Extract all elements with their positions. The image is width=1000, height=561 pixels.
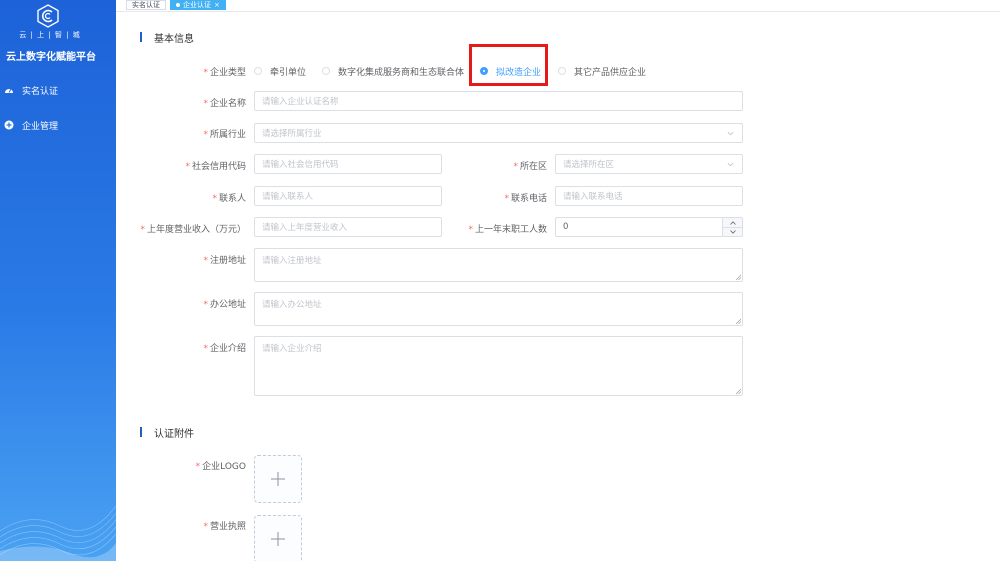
tab-realname[interactable]: 实名认证 (126, 0, 166, 10)
section-bar (140, 32, 142, 42)
tab-label: 企业认证 (183, 0, 211, 9)
company-name-label: * 企业名称 (203, 99, 246, 109)
chevron-down-icon (727, 131, 734, 136)
section-title-text: 认证附件 (154, 428, 194, 440)
industry-select[interactable]: 请选择所属行业 (254, 123, 743, 143)
increment-button[interactable] (723, 218, 742, 227)
radio-circle (322, 67, 330, 75)
radio-option-other-supplier[interactable]: 其它产品供应企业 (558, 64, 646, 78)
plus-icon (271, 532, 285, 546)
revenue-input[interactable]: 请输入上年度营业收入 (254, 217, 442, 237)
plus-circle-icon (4, 120, 14, 130)
tab-label: 实名认证 (132, 1, 160, 9)
chevron-up-icon (729, 220, 736, 225)
license-upload-label: * 营业执照 (203, 522, 246, 532)
radio-label: 数字化集成服务商和生态联合体 (338, 67, 465, 78)
district-select[interactable]: 请选择所在区 (555, 154, 743, 174)
chevron-down-icon (727, 162, 734, 167)
resize-grip-icon[interactable] (735, 388, 741, 394)
credit-code-label: * 社会信用代码 (185, 162, 246, 172)
district-label: * 所在区 (513, 162, 547, 172)
office-address-textarea[interactable]: 请输入办公地址 (254, 292, 743, 326)
section-title-text: 基本信息 (154, 33, 194, 45)
company-name-input[interactable]: 请输入企业认证名称 (254, 91, 743, 111)
intro-label: * 企业介绍 (203, 344, 246, 354)
company-type-label: * 企业类型 (203, 68, 246, 78)
radio-option-lead-unit[interactable]: 牵引单位 (254, 64, 306, 78)
credit-code-input[interactable]: 请输入社会信用代码 (254, 154, 442, 174)
office-address-label: * 办公地址 (203, 300, 246, 310)
intro-textarea[interactable]: 请输入企业介绍 (254, 336, 743, 396)
logo-icon (37, 4, 59, 28)
section-basic-info: 基本信息 (140, 31, 194, 45)
section-bar (140, 427, 142, 437)
contact-input[interactable]: 请输入联系人 (254, 186, 442, 206)
decrement-button[interactable] (723, 227, 742, 236)
employees-stepper[interactable]: 0 (555, 217, 743, 237)
logo-upload-label: * 企业LOGO (195, 462, 246, 472)
wave-decoration (0, 505, 116, 561)
section-attachments: 认证附件 (140, 426, 194, 440)
radio-circle (558, 67, 566, 75)
close-icon[interactable]: × (214, 1, 220, 10)
phone-label: * 联系电话 (504, 194, 547, 204)
radio-option-integrator[interactable]: 数字化集成服务商和生态联合体 (322, 64, 464, 78)
stepper-buttons (722, 218, 742, 236)
reg-address-textarea[interactable]: 请输入注册地址 (254, 248, 743, 282)
platform-title: 云上数字化赋能平台 (6, 52, 96, 63)
reg-address-label: * 注册地址 (203, 256, 246, 266)
active-dot-icon (176, 3, 180, 7)
tab-company-cert[interactable]: 企业认证 × (170, 0, 226, 10)
tab-bar: 实名认证 企业认证 × (116, 0, 1000, 12)
highlight-box (469, 44, 548, 86)
logo-subtitle: 云 | 上 | 智 | 城 (19, 31, 81, 39)
radio-label: 牵引单位 (270, 67, 307, 78)
sidebar-item-company[interactable]: 企业管理 (4, 117, 58, 133)
plus-icon (271, 472, 285, 486)
sidebar-item-label: 企业管理 (22, 121, 59, 132)
chevron-down-icon (729, 230, 736, 234)
sidebar-item-label: 实名认证 (22, 86, 59, 97)
resize-grip-icon[interactable] (735, 318, 741, 324)
revenue-label: * 上年度营业收入（万元） (140, 225, 246, 235)
logo-upload-box[interactable] (254, 455, 302, 503)
industry-label: * 所属行业 (203, 130, 246, 140)
sidebar-item-realname[interactable]: 实名认证 (4, 82, 58, 98)
phone-input[interactable]: 请输入联系电话 (555, 186, 743, 206)
contact-label: * 联系人 (212, 194, 246, 204)
employees-label: * 上一年末职工人数 (468, 225, 547, 235)
license-upload-box[interactable] (254, 515, 302, 561)
radio-label: 其它产品供应企业 (574, 67, 647, 78)
resize-grip-icon[interactable] (735, 274, 741, 280)
radio-circle (254, 67, 262, 75)
sidebar: 云 | 上 | 智 | 城 云上数字化赋能平台 实名认证 企业管理 (0, 0, 116, 561)
dashboard-icon (5, 88, 13, 93)
